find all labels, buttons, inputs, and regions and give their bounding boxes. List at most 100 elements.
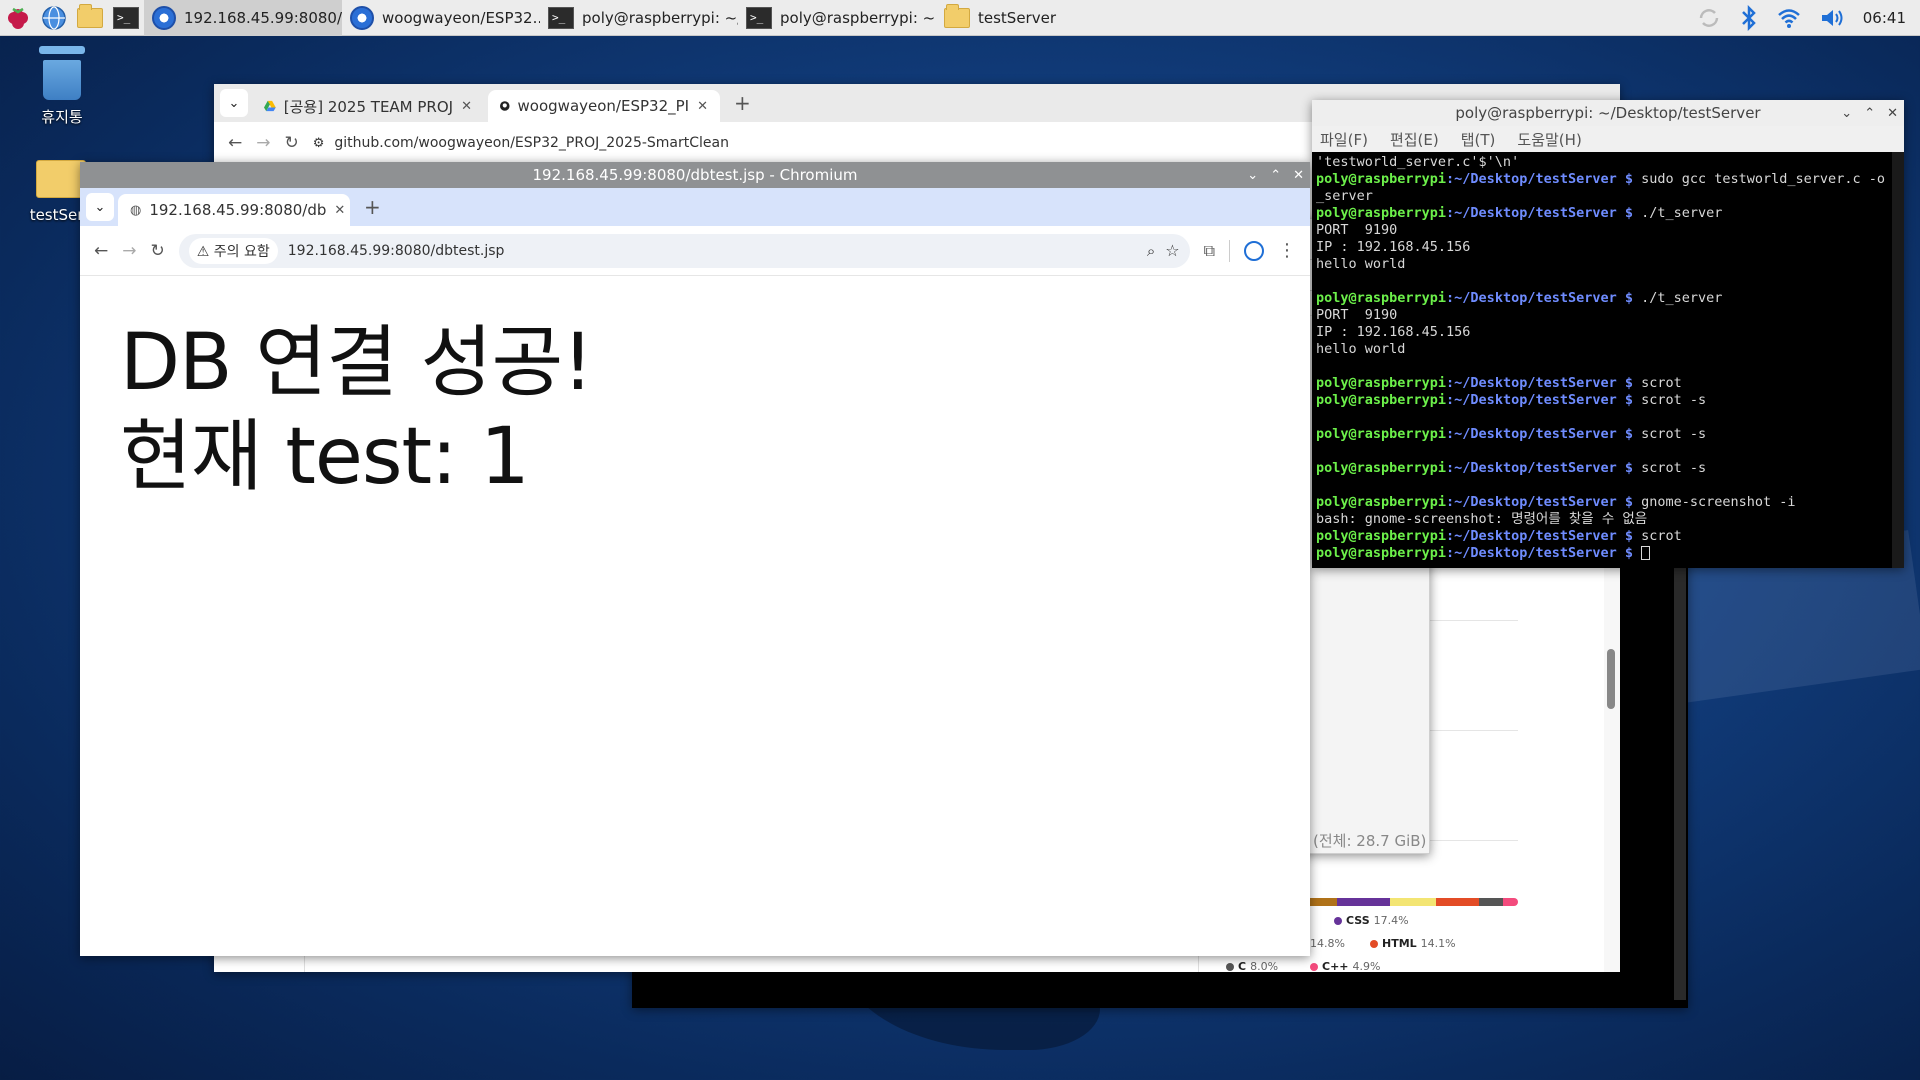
chromium-icon <box>152 5 176 30</box>
command-text: scrot <box>1641 375 1682 391</box>
command-text: scrot -s <box>1641 392 1707 408</box>
extensions-icon[interactable]: ⧉ <box>1204 241 1215 261</box>
close-tab-icon[interactable]: ✕ <box>334 203 345 218</box>
site-info-icon[interactable]: ⚙ <box>313 136 325 151</box>
browser-titlebar[interactable]: 192.168.45.99:8080/dbtest.jsp - Chromium… <box>80 162 1310 188</box>
zoom-icon[interactable]: ⌕ <box>1147 242 1155 260</box>
terminal-launcher-icon[interactable]: >_ <box>108 0 144 36</box>
prompt-path: :~/Desktop/testServer <box>1446 375 1617 391</box>
prompt-user: poly@raspberrypi <box>1316 171 1447 187</box>
menu-help[interactable]: 도움말(H) <box>1517 129 1581 150</box>
language-name: CSS <box>1346 914 1370 927</box>
maximize-icon[interactable]: ⌃ <box>1864 106 1875 121</box>
update-icon[interactable] <box>1697 6 1721 30</box>
reload-icon[interactable]: ↻ <box>151 241 165 261</box>
back-arrow-icon[interactable]: ← <box>228 133 242 153</box>
reload-icon[interactable]: ↻ <box>285 133 299 153</box>
bookmark-star-icon[interactable]: ☆ <box>1165 241 1179 260</box>
trash-icon <box>39 46 85 54</box>
close-tab-icon[interactable]: ✕ <box>697 99 708 114</box>
language-bar-segment <box>1478 898 1504 906</box>
terminal-output[interactable]: 'testworld_server.c'$'\n' poly@raspberryp… <box>1312 152 1904 568</box>
taskbar-item-dbtest[interactable]: 192.168.45.99:8080/.. <box>144 0 342 36</box>
prompt-path: :~/Desktop/testServer <box>1446 290 1617 306</box>
command-text: gnome-screenshot -i <box>1641 494 1796 510</box>
raspberry-menu-icon[interactable] <box>0 0 36 36</box>
language-item-css[interactable]: CSS 17.4% <box>1334 914 1409 927</box>
terminal-line: poly@raspberrypi:~/Desktop/testServer $ … <box>1316 375 1900 392</box>
taskbar-item-terminal-1[interactable]: >_ poly@raspberrypi: ~/.. <box>540 0 738 36</box>
prompt-user: poly@raspberrypi <box>1316 545 1447 561</box>
menu-tabs[interactable]: 탭(T) <box>1461 129 1496 150</box>
prompt-dollar: $ <box>1616 290 1642 306</box>
volume-icon[interactable] <box>1819 6 1845 30</box>
prompt-dollar: $ <box>1616 392 1642 408</box>
scrollbar[interactable] <box>1674 560 1686 1000</box>
close-icon[interactable]: ✕ <box>1293 168 1304 183</box>
language-item-cpp[interactable]: C++ 4.9% <box>1310 960 1380 973</box>
menu-file[interactable]: 파일(F) <box>1320 129 1368 150</box>
bluetooth-icon[interactable] <box>1739 4 1759 31</box>
forward-arrow-icon[interactable]: → <box>122 241 136 261</box>
tab-dbtest[interactable]: ◍ 192.168.45.99:8080/db ✕ <box>118 194 350 226</box>
terminal-line: poly@raspberrypi:~/Desktop/testServer $ <box>1316 545 1900 562</box>
chromium-icon <box>350 5 374 30</box>
language-pct: 4.9% <box>1352 960 1381 973</box>
prompt-path: :~/Desktop/testServer <box>1446 528 1617 544</box>
back-arrow-icon[interactable]: ← <box>94 241 108 261</box>
prompt-user: poly@raspberrypi <box>1316 205 1447 221</box>
file-manager-launcher-icon[interactable] <box>72 0 108 36</box>
terminal-line: hello world <box>1316 341 1406 357</box>
prompt-user: poly@raspberrypi <box>1316 392 1447 408</box>
google-drive-icon <box>264 100 276 112</box>
status-bar-text: (전체: 28.7 GiB) <box>1313 831 1427 850</box>
forward-arrow-icon[interactable]: → <box>256 133 270 153</box>
tab-search-icon[interactable]: ⌄ <box>86 193 114 221</box>
terminal-line: _server <box>1316 188 1373 204</box>
profile-icon[interactable] <box>1244 240 1264 261</box>
maximize-icon[interactable]: ⌃ <box>1270 168 1281 183</box>
command-text: scrot -s <box>1641 426 1707 442</box>
web-browser-launcher-icon[interactable] <box>36 0 72 36</box>
terminal-line: poly@raspberrypi:~/Desktop/testServer $ … <box>1316 290 1900 307</box>
taskbar-item-testserver[interactable]: testServer <box>936 0 1096 36</box>
terminal-menubar: 파일(F) 편집(E) 탭(T) 도움말(H) <box>1312 126 1904 152</box>
folder-icon <box>944 3 970 28</box>
menu-kebab-icon[interactable]: ⋮ <box>1278 240 1296 261</box>
tab-github[interactable]: woogwayeon/ESP32_PI ✕ <box>488 90 720 122</box>
tab-search-icon[interactable]: ⌄ <box>220 89 248 117</box>
tab-team-proj[interactable]: [공용] 2025 TEAM PROJ ✕ <box>252 90 484 122</box>
tab-label: 192.168.45.99:8080/db <box>149 201 327 219</box>
language-item-html[interactable]: HTML 14.1% <box>1370 937 1456 950</box>
prompt-path: :~/Desktop/testServer <box>1446 171 1617 187</box>
language-item[interactable]: 14.8% <box>1310 937 1345 950</box>
taskbar-item-github[interactable]: woogwayeon/ESP32.. <box>342 0 540 36</box>
prompt-dollar: $ <box>1616 545 1642 561</box>
language-bar-segment <box>1390 898 1436 906</box>
taskbar-item-terminal-2[interactable]: >_ poly@raspberrypi: ~ <box>738 0 936 36</box>
terminal-line: poly@raspberrypi:~/Desktop/testServer $ … <box>1316 426 1900 443</box>
prompt-user: poly@raspberrypi <box>1316 426 1447 442</box>
address-bar[interactable]: ⚠ 주의 요함 192.168.45.99:8080/dbtest.jsp ⌕ … <box>178 233 1190 268</box>
close-icon[interactable]: ✕ <box>1887 106 1898 121</box>
terminal-icon: >_ <box>548 6 574 29</box>
wifi-icon[interactable] <box>1777 6 1801 30</box>
menu-edit[interactable]: 편집(E) <box>1390 129 1439 150</box>
language-item-c[interactable]: C 8.0% <box>1226 960 1278 973</box>
new-tab-button[interactable]: + <box>354 195 391 219</box>
language-dot-icon <box>1226 962 1234 971</box>
taskbar-item-label: poly@raspberrypi: ~/.. <box>582 8 738 27</box>
minimize-icon[interactable]: ⌄ <box>1247 168 1258 183</box>
scrollbar-thumb[interactable] <box>1607 649 1615 709</box>
new-tab-button[interactable]: + <box>724 91 761 115</box>
desktop-icon-trash[interactable]: 휴지통 <box>30 46 94 127</box>
terminal-line: hello world <box>1316 256 1406 272</box>
globe-icon: ◍ <box>130 202 142 218</box>
minimize-icon[interactable]: ⌄ <box>1841 106 1852 121</box>
terminal-line: 'testworld_server.c'$'\n' <box>1316 154 1520 170</box>
close-tab-icon[interactable]: ✕ <box>461 99 472 114</box>
security-chip[interactable]: ⚠ 주의 요함 <box>188 237 278 264</box>
scrollbar[interactable] <box>1892 152 1904 568</box>
terminal-titlebar[interactable]: poly@raspberrypi: ~/Desktop/testServer ⌄… <box>1312 100 1904 126</box>
